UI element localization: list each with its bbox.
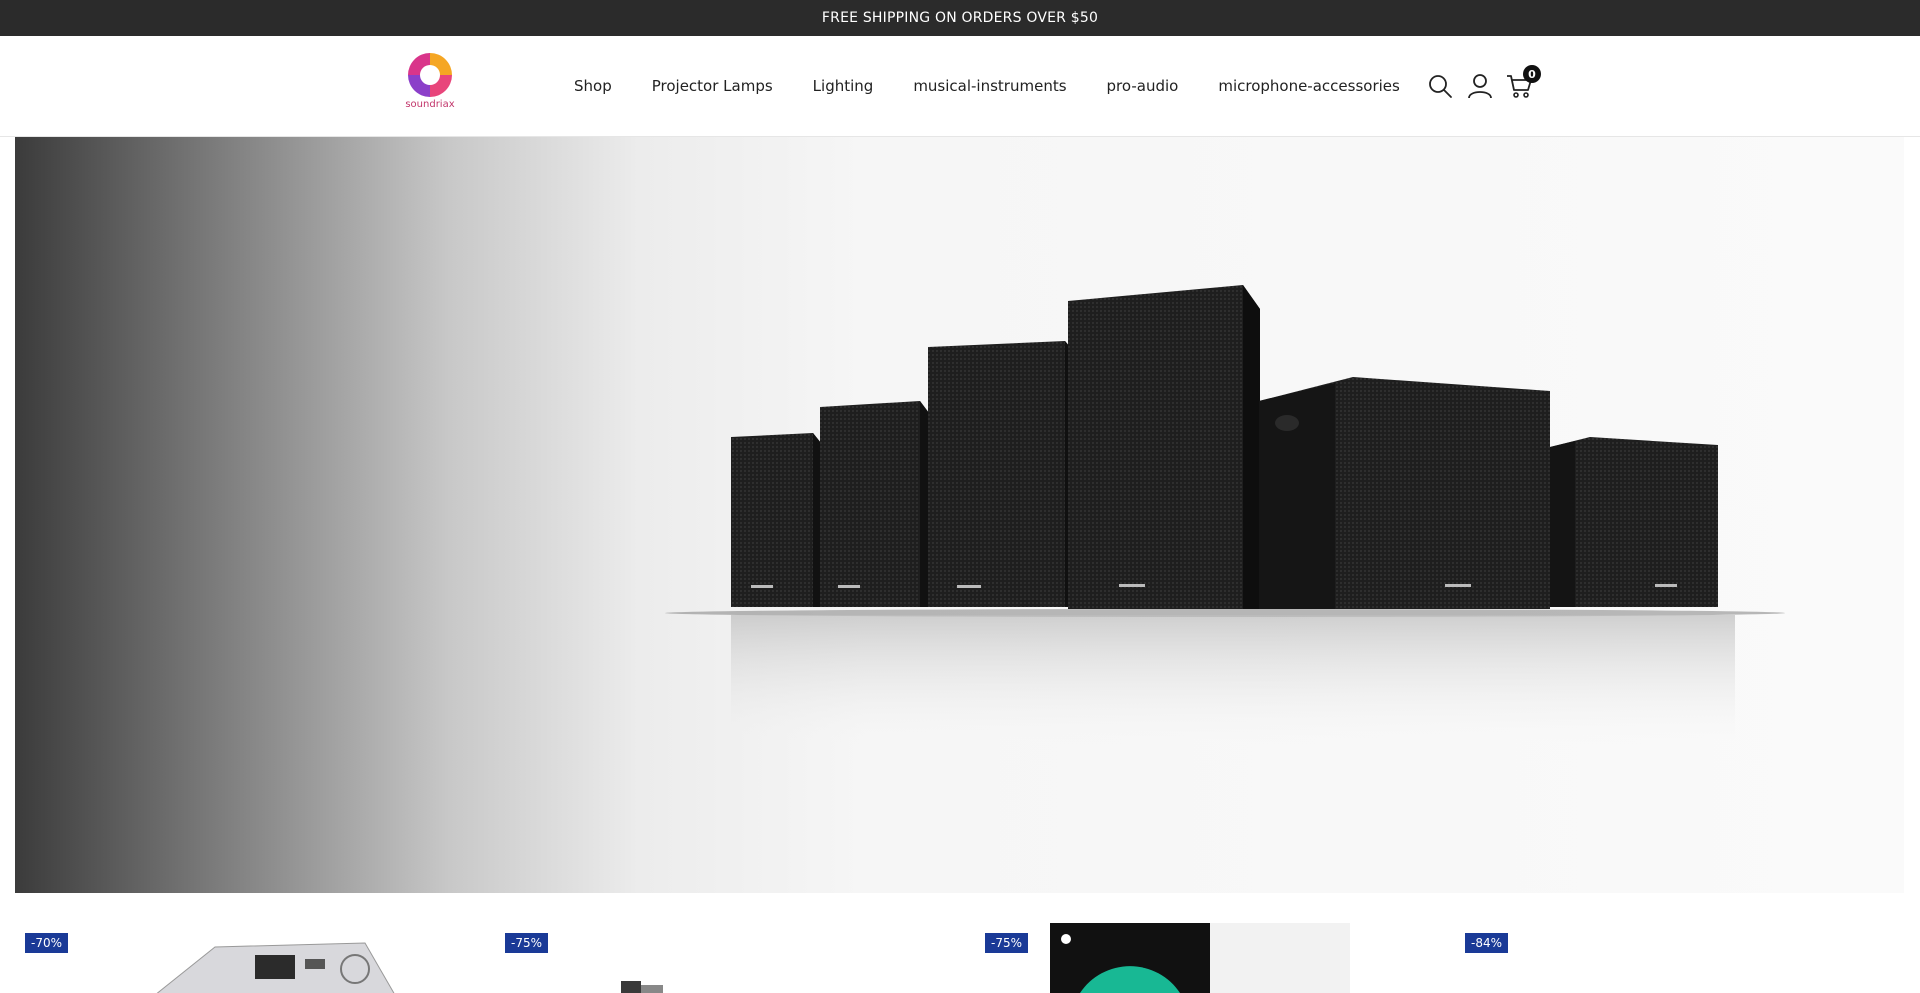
logo-mark-icon	[408, 53, 452, 97]
discount-badge: -84%	[1465, 933, 1509, 953]
nav-item-musical-instruments[interactable]: musical-instruments	[913, 77, 1066, 95]
site-header: soundriax Shop Projector Lamps Lighting …	[0, 36, 1920, 137]
nav-item-microphone-accessories[interactable]: microphone-accessories	[1218, 77, 1400, 95]
product-card[interactable]: -75%	[495, 905, 965, 993]
product-card[interactable]: -70%	[15, 905, 485, 993]
cart-button[interactable]: 0	[1504, 65, 1541, 102]
discount-badge: -70%	[25, 933, 69, 953]
product-card[interactable]: -75%	[975, 905, 1445, 993]
nav-item-pro-audio[interactable]: pro-audio	[1107, 77, 1179, 95]
nav-item-lighting[interactable]: Lighting	[813, 77, 874, 95]
product-card[interactable]: -84%	[1455, 905, 1920, 993]
announcement-bar: FREE SHIPPING ON ORDERS OVER $50	[0, 0, 1920, 36]
announcement-text: FREE SHIPPING ON ORDERS OVER $50	[821, 10, 1099, 26]
product-image	[621, 981, 663, 993]
nav-item-projector-lamps[interactable]: Projector Lamps	[652, 77, 773, 95]
hero-banner[interactable]	[15, 137, 1904, 893]
cart-count-badge: 0	[1523, 65, 1541, 83]
main-nav: Shop Projector Lamps Lighting musical-in…	[574, 36, 1440, 136]
account-button[interactable]	[1464, 70, 1496, 102]
brand-logo[interactable]: soundriax	[404, 50, 456, 114]
search-icon	[1429, 75, 1452, 98]
nav-item-shop[interactable]: Shop	[574, 77, 612, 95]
header-icons: 0	[1424, 65, 1544, 102]
search-button[interactable]	[1424, 70, 1456, 102]
discount-badge: -75%	[505, 933, 549, 953]
user-icon	[1468, 74, 1492, 99]
product-image	[156, 942, 395, 993]
speaker-lineup-image	[665, 285, 1785, 745]
product-image	[1050, 923, 1350, 993]
product-grid: -70% -75% -75% -84%	[0, 905, 1920, 993]
logo-text: soundriax	[405, 99, 455, 110]
discount-badge: -75%	[985, 933, 1029, 953]
